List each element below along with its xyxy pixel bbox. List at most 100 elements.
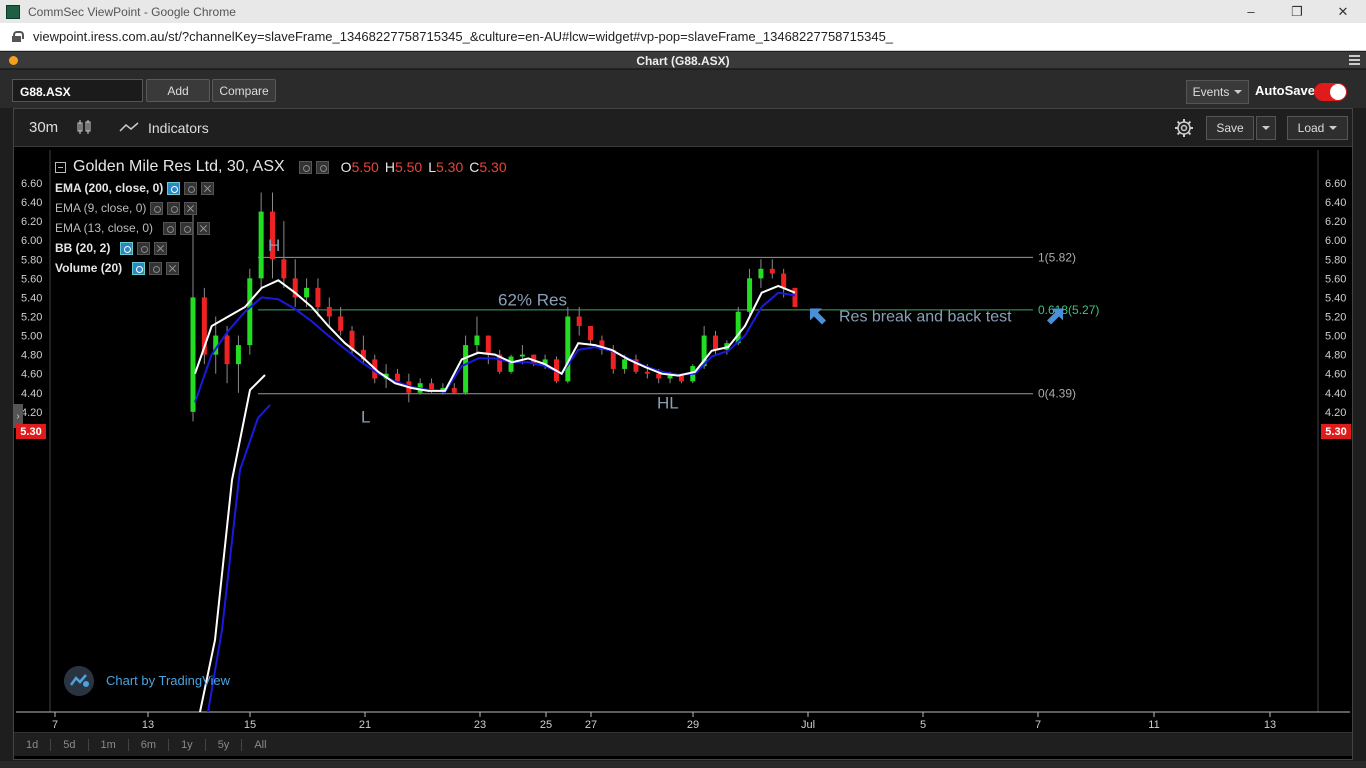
price-tick-right: 6.00 — [1325, 235, 1346, 247]
price-tick-right: 6.20 — [1325, 216, 1346, 228]
range-button-5d[interactable]: 5d — [51, 738, 89, 751]
settings-icon[interactable] — [137, 241, 151, 255]
time-tick-label: 15 — [244, 719, 256, 731]
series-title: Golden Mile Res Ltd, 30, ASX — [73, 158, 285, 175]
candle-body — [485, 335, 491, 355]
price-tick-right: 5.40 — [1325, 292, 1346, 304]
time-tick-label: 11 — [1148, 719, 1159, 731]
candle-body — [224, 335, 230, 365]
candle-body — [588, 326, 594, 341]
candle-body — [304, 287, 310, 298]
chart-annotation: L — [361, 408, 370, 427]
candle-body — [338, 316, 344, 331]
price-tick-left: 5.00 — [21, 331, 42, 343]
remove-icon[interactable] — [184, 201, 198, 215]
settings-icon[interactable] — [180, 221, 194, 235]
range-button-1m[interactable]: 1m — [89, 738, 129, 751]
price-tick-left: 5.80 — [21, 254, 42, 266]
range-button-1y[interactable]: 1y — [169, 738, 206, 751]
candle-body — [781, 273, 787, 288]
price-tick-left: 6.40 — [21, 197, 42, 209]
price-tick-right: 6.60 — [1325, 178, 1346, 190]
ema13-tail — [207, 404, 271, 713]
settings-icon[interactable] — [184, 181, 198, 195]
open-value: 5.50 — [351, 159, 379, 175]
visibility-icon[interactable] — [298, 160, 312, 174]
price-tick-left: 4.40 — [21, 388, 42, 400]
eye-icon[interactable] — [132, 261, 146, 275]
chart-annotation: 62% Res — [498, 290, 567, 309]
study-bb[interactable]: BB (20, 2) — [55, 241, 168, 255]
settings-icon[interactable] — [315, 160, 329, 174]
candle-body — [644, 371, 650, 374]
price-tick-right: 4.40 — [1325, 388, 1346, 400]
settings-icon[interactable] — [149, 261, 163, 275]
time-tick-label: 21 — [359, 719, 371, 731]
time-tick-label: 5 — [920, 719, 926, 731]
remove-icon[interactable] — [197, 221, 211, 235]
price-tick-left: 4.80 — [21, 350, 42, 362]
price-tick-left: 5.40 — [21, 292, 42, 304]
price-tick-left: 6.20 — [21, 216, 42, 228]
high-label: H — [384, 159, 395, 175]
price-tick-right: 6.40 — [1325, 197, 1346, 209]
eye-icon[interactable] — [163, 221, 177, 235]
range-button-1d[interactable]: 1d — [14, 738, 52, 751]
price-tick-left: 5.20 — [21, 311, 42, 323]
candle-body — [394, 373, 400, 382]
remove-icon[interactable] — [201, 181, 215, 195]
candle-body — [656, 373, 662, 379]
study-volume[interactable]: Volume (20) — [55, 261, 180, 275]
price-tick-left: 6.60 — [21, 178, 42, 190]
remove-icon[interactable] — [166, 261, 180, 275]
price-tick-right: 4.20 — [1325, 407, 1346, 419]
last-price-badge-right: 5.30 — [1321, 424, 1351, 439]
time-tick-label: 25 — [540, 719, 552, 731]
time-tick-label: 27 — [585, 719, 597, 731]
candle-body — [576, 316, 582, 327]
study-ema13[interactable]: EMA (13, close, 0) — [55, 221, 211, 235]
settings-icon[interactable] — [167, 201, 181, 215]
candle-body — [247, 278, 253, 346]
low-label: L — [428, 159, 436, 175]
study-ema200[interactable]: EMA (200, close, 0) — [55, 181, 215, 195]
study-label: EMA (13, close, 0) — [55, 221, 154, 235]
candle-body — [519, 354, 525, 357]
time-tick-label: Jul — [801, 719, 815, 731]
price-chart[interactable]: 6.60 6.60 6.40 6.40 6.20 6.20 6.00 6.00 5.80 5.80… — [0, 0, 1366, 768]
eye-icon[interactable] — [150, 201, 164, 215]
tradingview-logo-icon[interactable] — [64, 666, 94, 696]
price-tick-right: 4.80 — [1325, 350, 1346, 362]
close-value: 5.30 — [479, 159, 507, 175]
collapse-icon[interactable] — [55, 161, 66, 173]
chart-annotation: H — [268, 236, 280, 255]
close-label: C — [469, 159, 480, 175]
time-tick-label: 7 — [1035, 719, 1041, 731]
time-tick-label: 23 — [474, 719, 486, 731]
price-tick-left: 4.60 — [21, 369, 42, 381]
price-tick-left: 5.60 — [21, 273, 42, 285]
chart-annotation: HL — [657, 393, 679, 412]
candle-body — [758, 268, 764, 279]
study-ema9[interactable]: EMA (9, close, 0) — [55, 201, 198, 215]
price-tick-right: 5.20 — [1325, 311, 1346, 323]
candle-body — [190, 297, 196, 412]
eye-icon[interactable] — [167, 181, 181, 195]
range-button-6m[interactable]: 6m — [129, 738, 170, 751]
range-button-all[interactable]: All — [242, 739, 278, 751]
price-tick-right: 5.80 — [1325, 254, 1346, 266]
candle-body — [792, 287, 798, 307]
candle-body — [735, 311, 741, 344]
candle-body — [451, 388, 457, 393]
price-tick-left: 4.20 — [21, 407, 42, 419]
eye-icon[interactable] — [120, 241, 134, 255]
study-label: EMA (200, close, 0) — [55, 181, 164, 195]
candle-body — [258, 211, 264, 279]
remove-icon[interactable] — [154, 241, 168, 255]
range-button-5y[interactable]: 5y — [206, 738, 243, 751]
fib-level-label: 0.618(5.27) — [1038, 303, 1099, 317]
price-tick-left: 6.00 — [21, 235, 42, 247]
tradingview-link[interactable]: Chart by TradingView — [106, 673, 230, 688]
time-tick-label: 29 — [687, 719, 699, 731]
range-selector: 1d 5d 1m 6m 1y 5y All — [14, 732, 1352, 756]
